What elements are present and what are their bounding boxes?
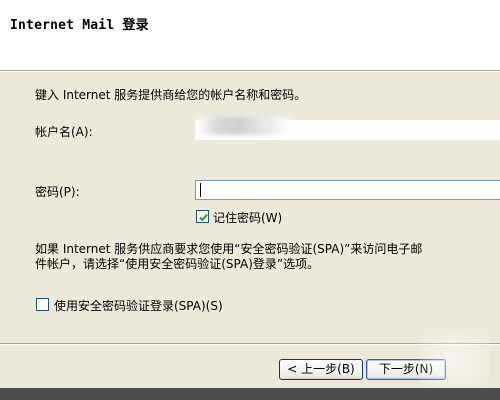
- wizard-header: Internet Mail 登录: [0, 0, 500, 70]
- account-name-label: 帐户名(A):: [35, 125, 93, 139]
- checkmark-icon: [199, 213, 208, 222]
- spa-note-line-2: 件帐户，请选择“使用安全密码验证(SPA)登录”选项。: [35, 257, 320, 271]
- account-name-redaction: [198, 117, 290, 135]
- header-title: Internet Mail 登录: [10, 18, 149, 33]
- spa-login-label[interactable]: 使用安全密码验证登录(SPA)(S): [54, 297, 223, 314]
- password-input[interactable]: [195, 180, 500, 200]
- taskbar-strip: [0, 388, 500, 400]
- text-caret: [200, 183, 201, 197]
- intro-text: 键入 Internet 服务提供商给您的帐户名称和密码。: [35, 88, 307, 102]
- back-button[interactable]: < 上一步(B): [279, 359, 363, 380]
- remember-password-label[interactable]: 记住密码(W): [213, 209, 282, 226]
- remember-password-checkbox[interactable]: [196, 210, 209, 223]
- dialog: Internet Mail 登录 键入 Internet 服务提供商给您的帐户名…: [0, 0, 500, 400]
- header-divider-highlight: [0, 71, 500, 72]
- watermark: [420, 330, 490, 390]
- spa-login-checkbox[interactable]: [36, 298, 49, 311]
- password-label: 密码(P):: [35, 185, 80, 199]
